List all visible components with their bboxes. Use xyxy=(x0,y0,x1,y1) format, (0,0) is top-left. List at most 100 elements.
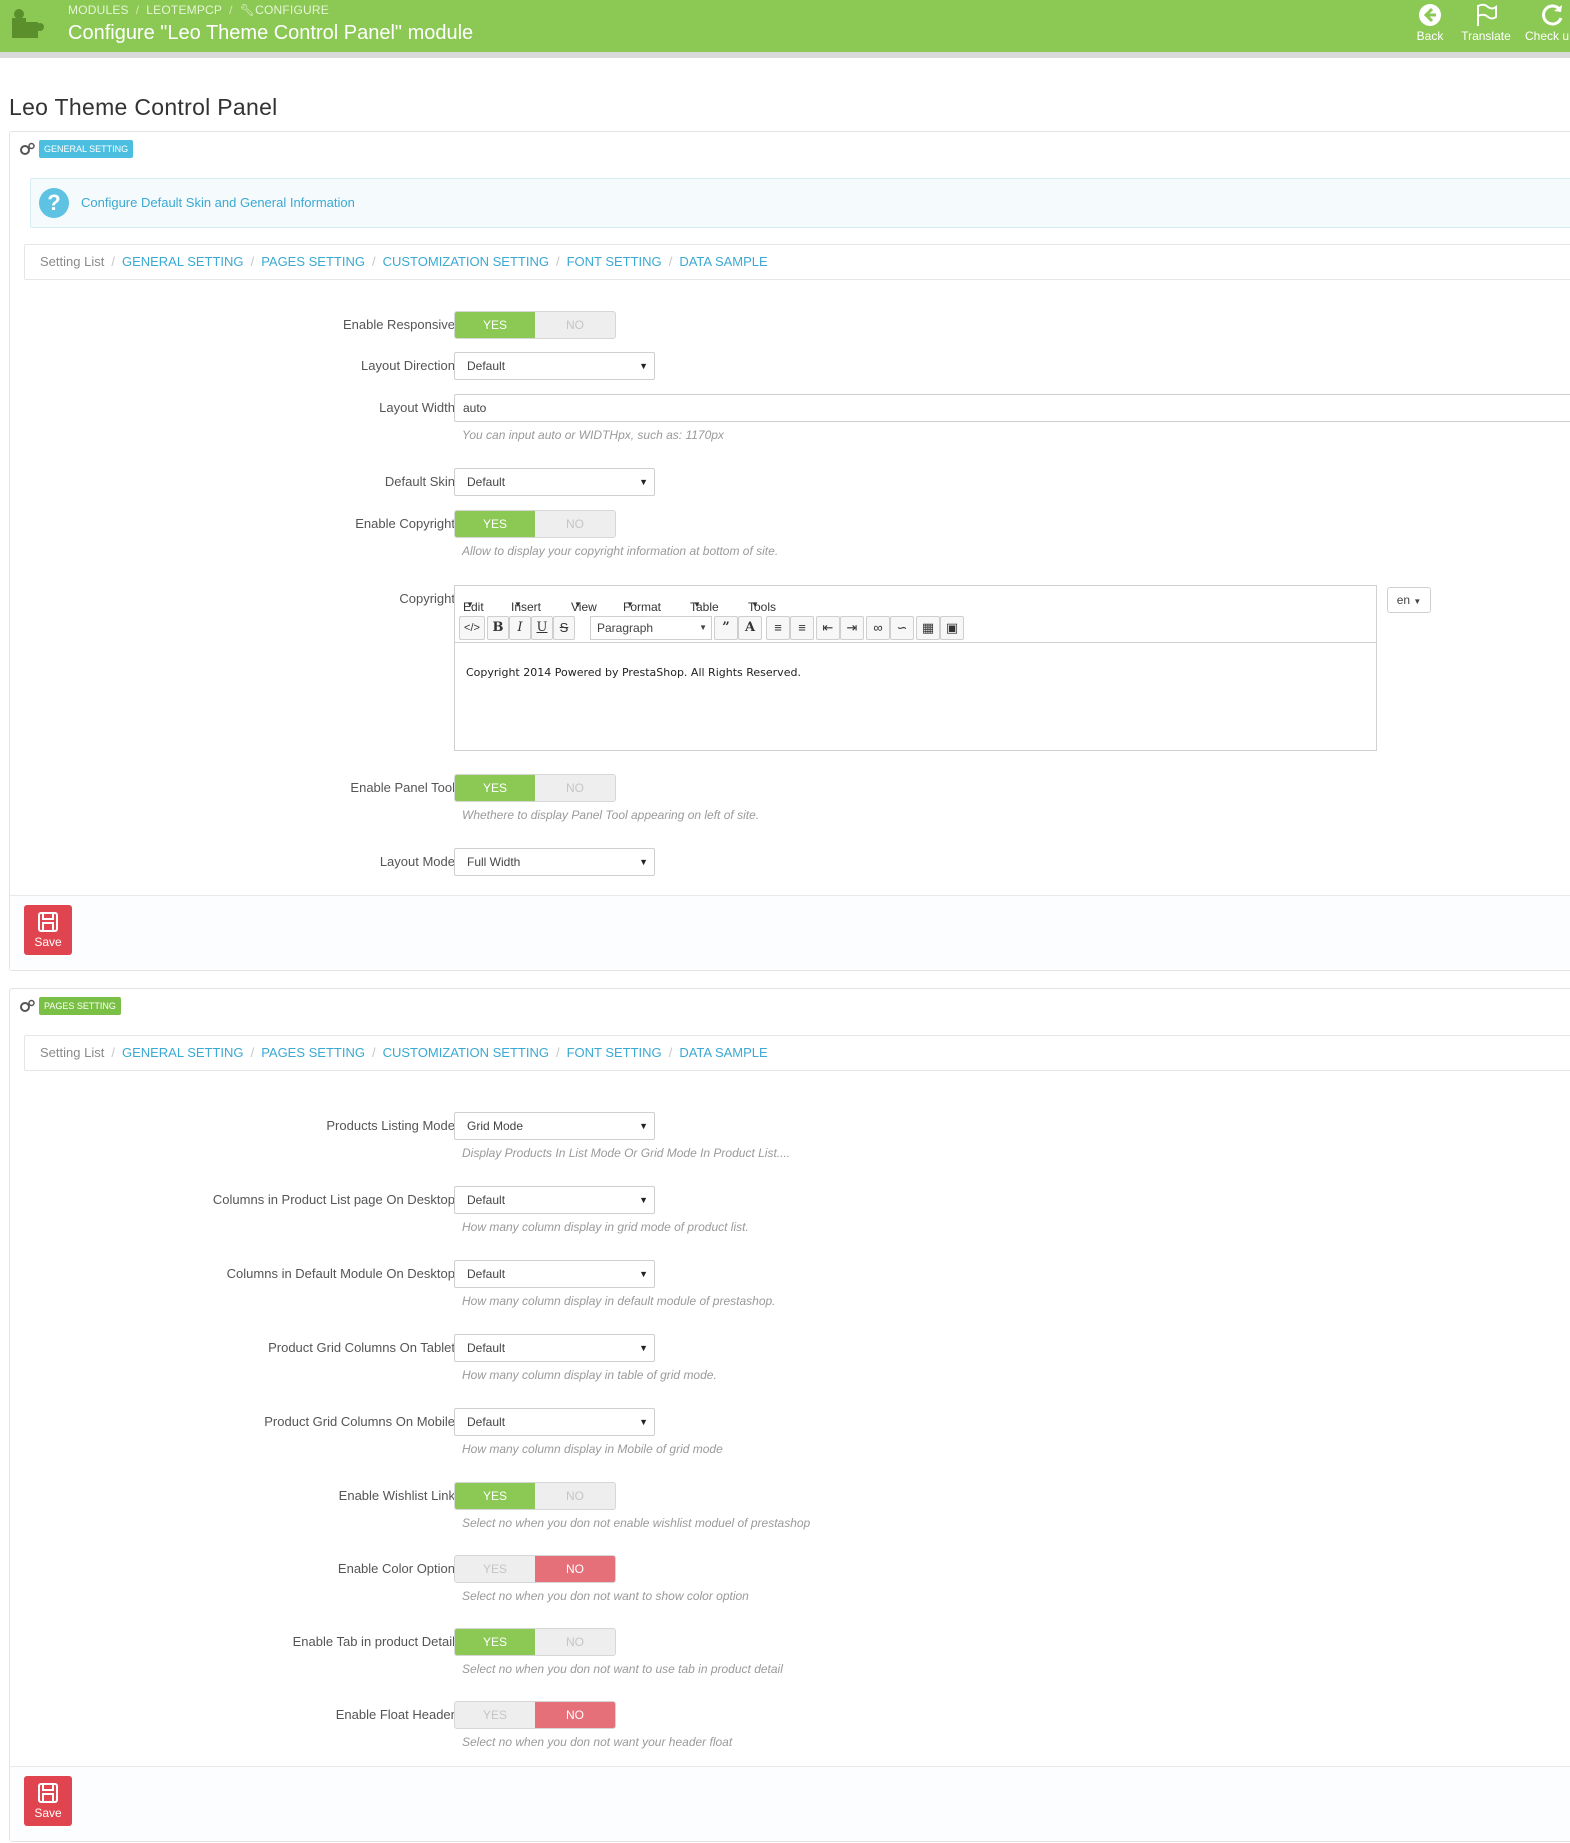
indent-icon[interactable]: ⇥ xyxy=(840,616,864,640)
toggle-yes[interactable]: YES xyxy=(455,1556,535,1582)
link-pages-setting[interactable]: PAGES SETTING xyxy=(261,1045,365,1060)
enable-copyright-toggle[interactable]: YES NO xyxy=(454,510,616,538)
page-header-title: Configure "Leo Theme Control Panel" modu… xyxy=(68,22,474,44)
save-label: Save xyxy=(34,935,62,949)
toggle-yes[interactable]: YES xyxy=(455,1629,535,1655)
toggle-yes[interactable]: YES xyxy=(455,1702,535,1728)
link-icon[interactable]: ∞ xyxy=(866,616,890,640)
save-button[interactable]: Save xyxy=(24,1776,72,1826)
enable-wishlist-link-toggle[interactable]: YES NO xyxy=(454,1482,616,1510)
toggle-yes[interactable]: YES xyxy=(455,1483,535,1509)
link-font-setting[interactable]: FONT SETTING xyxy=(567,1045,662,1060)
toggle-no[interactable]: NO xyxy=(535,312,615,338)
caret-down-icon: ▼ xyxy=(639,1195,648,1205)
general-setting-panel: GENERAL SETTING ? Configure Default Skin… xyxy=(9,131,1570,971)
products-listing-mode-select[interactable]: Grid Mode ▼ xyxy=(454,1112,655,1140)
link-customization-setting[interactable]: CUSTOMIZATION SETTING xyxy=(383,1045,549,1060)
enable-panel-tool-toggle[interactable]: YES NO xyxy=(454,774,616,802)
link-font-setting[interactable]: FONT SETTING xyxy=(567,254,662,269)
bullet-list-icon[interactable]: ≡ xyxy=(766,616,790,640)
paragraph-format-select[interactable]: Paragraph ▼ xyxy=(590,616,712,640)
layout-mode-select[interactable]: Full Width ▼ xyxy=(454,848,655,876)
save-button[interactable]: Save xyxy=(24,905,72,955)
enable-tab-product-detail-label: Enable Tab in product Detail xyxy=(292,1634,455,1649)
link-data-sample[interactable]: DATA SAMPLE xyxy=(679,1045,767,1060)
toggle-yes[interactable]: YES xyxy=(455,312,535,338)
editor-toolbar: </> B I U S Paragraph ▼ ” A ≡ ≡ ⇤ ⇥ ∞ ∽ ▦… xyxy=(455,614,1376,643)
crumb-leotempcp[interactable]: LEOTEMPCP xyxy=(146,3,222,17)
default-skin-select[interactable]: Default ▼ xyxy=(454,468,655,496)
select-value: Default xyxy=(467,475,506,489)
link-data-sample[interactable]: DATA SAMPLE xyxy=(679,254,767,269)
outdent-icon[interactable]: ⇤ xyxy=(816,616,840,640)
bold-icon[interactable]: B xyxy=(487,616,509,640)
toggle-no[interactable]: NO xyxy=(535,1702,615,1728)
gears-icon xyxy=(20,142,35,155)
layout-width-input[interactable]: auto xyxy=(454,394,1570,422)
toggle-no[interactable]: NO xyxy=(535,1483,615,1509)
top-toolbar: MODULES / LEOTEMPCP / 🔧︎CONFIGURE Configure … xyxy=(0,0,1570,58)
caret-down-icon: ▼ xyxy=(639,361,648,371)
toggle-no[interactable]: NO xyxy=(535,511,615,537)
columns-product-list-desktop-label: Columns in Product List page On Desktop xyxy=(212,1192,455,1207)
flag-icon xyxy=(1477,3,1497,26)
enable-panel-tool-help: Whethere to display Panel Tool appearing… xyxy=(462,808,760,822)
enable-color-option-toggle[interactable]: YES NO xyxy=(454,1555,616,1583)
editor-menubar: Edit ▼ Insert ▼ View ▼ Format ▼ Table ▼ Tools… xyxy=(463,600,777,614)
info-alert: ? Configure Default Skin and General Inf… xyxy=(30,178,1570,228)
check-update-button[interactable]: Check u xyxy=(1525,2,1570,43)
link-general-setting[interactable]: GENERAL SETTING xyxy=(122,254,244,269)
toggle-no[interactable]: NO xyxy=(535,1556,615,1582)
header-breadcrumb: MODULES / LEOTEMPCP / 🔧︎CONFIGURE xyxy=(68,3,329,17)
pages-setting-panel: PAGES SETTING Setting List / GENERAL SETTI… xyxy=(9,988,1570,1842)
link-customization-setting[interactable]: CUSTOMIZATION SETTING xyxy=(383,254,549,269)
back-button[interactable]: Back xyxy=(1404,2,1456,43)
underline-icon[interactable]: U xyxy=(531,616,553,640)
setting-breadcrumb: Setting List / GENERAL SETTING / PAGES SETTI… xyxy=(24,1035,1570,1071)
image-icon[interactable]: ▣ xyxy=(940,616,964,640)
caret-down-icon: ▼ xyxy=(639,1343,648,1353)
grid-columns-tablet-select[interactable]: Default ▼ xyxy=(454,1334,655,1362)
strikethrough-icon[interactable]: S xyxy=(553,616,575,640)
check-update-label: Check u xyxy=(1525,29,1570,43)
italic-icon[interactable]: I xyxy=(509,616,531,640)
select-value: Full Width xyxy=(467,855,521,869)
unlink-icon[interactable]: ∽ xyxy=(890,616,914,640)
toggle-no[interactable]: NO xyxy=(535,775,615,801)
copyright-editor[interactable]: Edit ▼ Insert ▼ View ▼ Format ▼ Table ▼ Tools… xyxy=(454,585,1377,751)
numbered-list-icon[interactable]: ≡ xyxy=(790,616,814,640)
layout-width-label: Layout Width xyxy=(379,400,455,415)
columns-product-list-desktop-select[interactable]: Default ▼ xyxy=(454,1186,655,1214)
select-value: Paragraph xyxy=(597,621,654,635)
panel-footer: Save xyxy=(10,895,1570,970)
select-value: Default xyxy=(467,1193,506,1207)
link-pages-setting[interactable]: PAGES SETTING xyxy=(261,254,365,269)
info-message: Configure Default Skin and General Infor… xyxy=(81,195,355,210)
translate-button[interactable]: Translate xyxy=(1457,2,1515,43)
breadcrumb-setting-list: Setting List xyxy=(40,1045,105,1060)
enable-float-header-toggle[interactable]: YES NO xyxy=(454,1701,616,1729)
enable-tab-product-detail-toggle[interactable]: YES NO xyxy=(454,1628,616,1656)
link-general-setting[interactable]: GENERAL SETTING xyxy=(122,1045,244,1060)
enable-float-header-help: Select no when you don not want your hea… xyxy=(462,1735,733,1749)
toggle-yes[interactable]: YES xyxy=(455,511,535,537)
toggle-no[interactable]: NO xyxy=(535,1629,615,1655)
caret-down-icon: ▼ xyxy=(639,857,648,867)
enable-responsive-label: Enable Responsive xyxy=(342,317,455,332)
columns-default-module-desktop-label: Columns in Default Module On Desktop xyxy=(226,1266,455,1281)
language-dropdown[interactable]: en ▼ xyxy=(1387,587,1431,613)
grid-columns-mobile-select[interactable]: Default ▼ xyxy=(454,1408,655,1436)
blockquote-icon[interactable]: ” xyxy=(714,616,738,640)
toggle-yes[interactable]: YES xyxy=(455,775,535,801)
question-icon: ? xyxy=(39,188,69,218)
media-icon[interactable]: ▦ xyxy=(916,616,940,640)
columns-default-module-desktop-select[interactable]: Default ▼ xyxy=(454,1260,655,1288)
crumb-configure: CONFIGURE xyxy=(255,3,329,17)
enable-responsive-toggle[interactable]: YES NO xyxy=(454,311,616,339)
text-color-icon[interactable]: A xyxy=(738,616,762,640)
editor-content[interactable]: Copyright 2014 Powered by PrestaShop. Al… xyxy=(466,666,801,679)
layout-direction-select[interactable]: Default ▼ xyxy=(454,352,655,380)
crumb-modules[interactable]: MODULES xyxy=(68,3,129,17)
source-code-icon[interactable]: </> xyxy=(459,616,485,640)
caret-down-icon: ▼ xyxy=(639,477,648,487)
